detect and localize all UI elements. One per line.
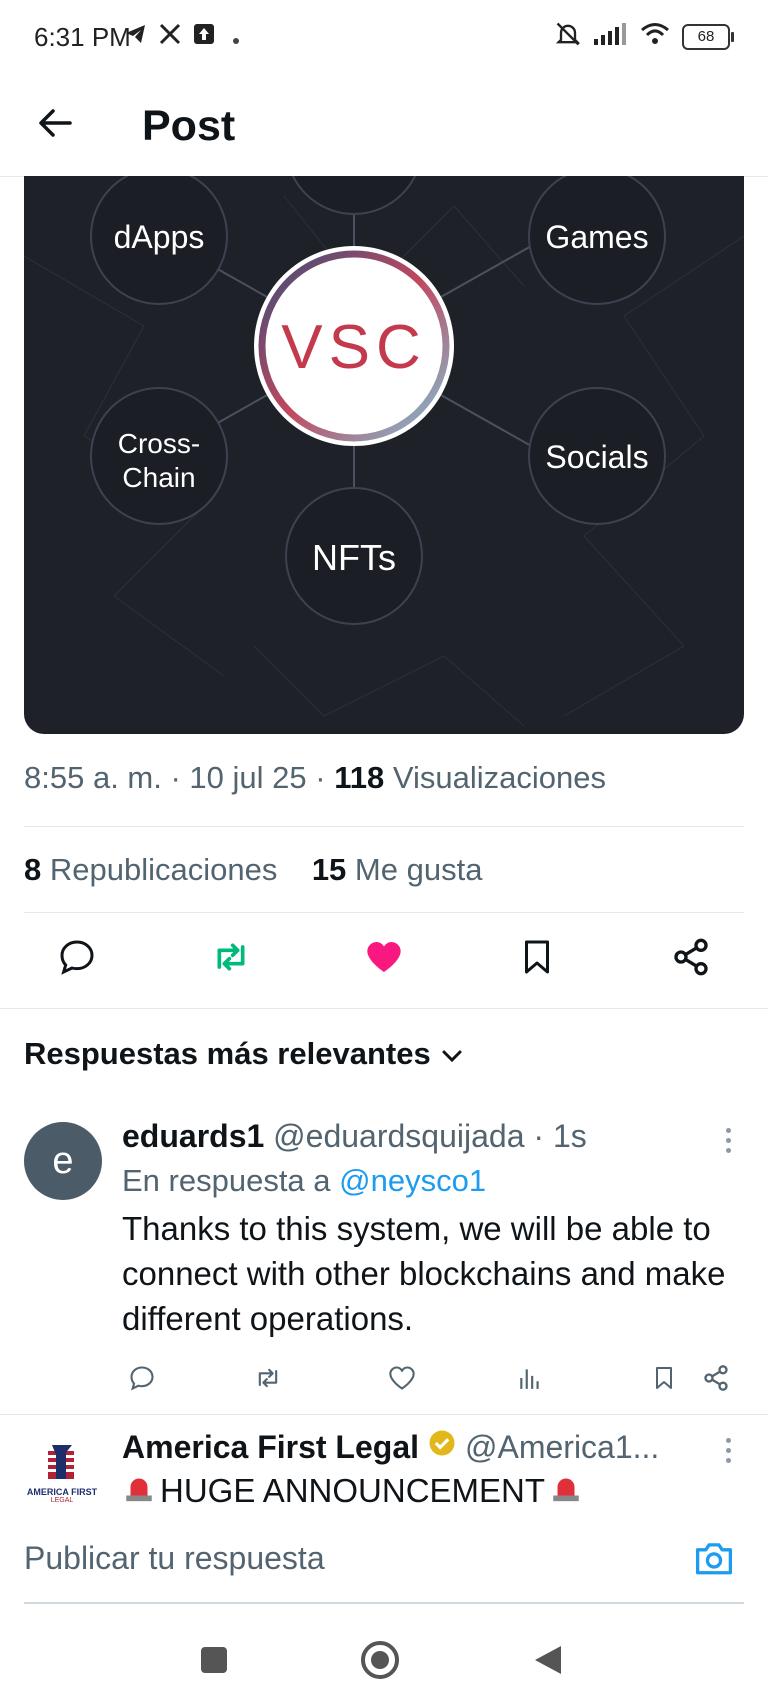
next-post-more-button[interactable]	[718, 1430, 738, 1470]
reply-icon	[128, 1364, 156, 1397]
share-icon	[702, 1364, 730, 1397]
post-stats: 8 Republicaciones 15 Me gusta	[24, 852, 482, 888]
camera-button[interactable]	[690, 1536, 738, 1584]
node-label: dApps	[114, 219, 205, 255]
heart-icon	[363, 937, 405, 982]
verified-gold-badge-icon	[427, 1428, 457, 1466]
mention-link[interactable]: @neysco1	[339, 1163, 486, 1198]
reply-input[interactable]: Publicar tu respuesta	[24, 1540, 325, 1577]
node-label: Games	[545, 219, 648, 255]
signal-icon	[594, 23, 628, 50]
square-icon	[199, 1645, 229, 1680]
triangle-back-icon	[533, 1644, 563, 1681]
views-label: Visualizaciones	[392, 760, 606, 795]
like-button[interactable]	[359, 934, 409, 984]
post-header: Post	[0, 76, 768, 177]
in-reply-to: En respuesta a @neysco1	[122, 1163, 487, 1198]
reply-header: eduards1 @eduardsquijada · 1s	[122, 1118, 587, 1154]
replies-sort-dropdown[interactable]: Respuestas más relevantes	[24, 1036, 463, 1072]
back-nav-button[interactable]	[524, 1638, 572, 1686]
page-title: Post	[142, 102, 236, 150]
divider	[0, 1414, 768, 1415]
bookmark-icon	[652, 1364, 676, 1397]
next-post-author-name[interactable]: America First Legal	[122, 1429, 419, 1466]
arrow-left-icon	[38, 108, 72, 143]
likes-stat[interactable]: 15 Me gusta	[312, 852, 483, 887]
bookmark-icon	[519, 937, 555, 982]
avatar[interactable]: e	[24, 1122, 102, 1200]
home-button[interactable]	[356, 1638, 404, 1686]
divider	[24, 826, 744, 827]
repost-button[interactable]	[206, 934, 256, 984]
vsc-logo-text: VSC	[281, 313, 426, 382]
system-nav-bar	[0, 1614, 768, 1707]
wifi-icon	[640, 22, 670, 51]
back-button[interactable]	[30, 100, 80, 150]
bookmark-button[interactable]	[512, 934, 562, 984]
composer-underline	[24, 1602, 744, 1604]
reply-bookmark-button[interactable]	[644, 1360, 684, 1400]
post-action-bar	[24, 918, 744, 1002]
replies-sort-label: Respuestas más relevantes	[24, 1036, 431, 1071]
recents-button[interactable]	[190, 1638, 238, 1686]
upload-icon	[192, 22, 216, 51]
reply-like-button[interactable]	[382, 1360, 422, 1400]
reply-repost-button[interactable]	[248, 1360, 288, 1400]
post-time: 8:55 a. m.	[24, 760, 162, 795]
node-label: Socials	[545, 439, 648, 475]
reply-author-handle[interactable]: @eduardsquijada	[273, 1118, 524, 1154]
x-icon	[158, 22, 182, 51]
siren-icon	[122, 1470, 156, 1512]
battery-icon: 68	[682, 23, 734, 50]
reply-share-button[interactable]	[696, 1360, 736, 1400]
camera-icon	[694, 1540, 734, 1581]
reposts-stat[interactable]: 8 Republicaciones	[24, 852, 277, 887]
share-icon	[671, 937, 711, 982]
post-timestamp-views: 8:55 a. m. · 10 jul 25 · 118 Visualizaci…	[24, 760, 606, 795]
next-post-text: HUGE ANNOUNCEMENT	[122, 1470, 583, 1512]
node-label: NFTs	[312, 537, 396, 578]
repost-icon	[253, 1364, 283, 1397]
section-divider	[0, 1008, 768, 1009]
post-media-image[interactable]: VSC dApps Games Cross-Chain Socials NFTs	[24, 176, 744, 734]
avatar[interactable]: AMERICA FIRST LEGAL	[24, 1434, 100, 1510]
reply-button[interactable]	[52, 934, 102, 984]
reply-reply-button[interactable]	[122, 1360, 162, 1400]
reply-views-button[interactable]	[510, 1360, 550, 1400]
divider	[24, 912, 744, 913]
next-post-author-handle[interactable]: @America1...	[465, 1429, 659, 1466]
share-button[interactable]	[666, 934, 716, 984]
reply-composer: Publicar tu respuesta	[0, 1514, 768, 1614]
repost-icon	[210, 937, 252, 982]
post-date[interactable]: 10 jul 25	[189, 760, 306, 795]
telegram-icon	[124, 22, 148, 51]
america-first-legal-logo	[48, 1444, 74, 1479]
reply-time: 1s	[552, 1118, 587, 1154]
next-post-header: America First Legal @America1...	[122, 1428, 659, 1466]
vsc-diagram: VSC dApps Games Cross-Chain Socials NFTs	[24, 176, 744, 727]
status-time: 6:31 PM	[34, 22, 131, 52]
dot-icon	[232, 32, 240, 50]
reply-more-button[interactable]	[718, 1120, 738, 1160]
views-count: 118	[334, 760, 385, 795]
siren-icon	[549, 1470, 583, 1512]
reply-icon	[57, 937, 97, 982]
heart-outline-icon	[388, 1364, 416, 1397]
circle-home-icon	[359, 1639, 401, 1686]
reply-author-name[interactable]: eduards1	[122, 1118, 264, 1154]
bar-chart-icon	[517, 1364, 543, 1397]
mute-bell-icon	[554, 20, 582, 53]
status-right: 68	[554, 20, 734, 53]
reply-text: Thanks to this system, we will be able t…	[122, 1210, 726, 1337]
chevron-down-icon	[441, 1036, 463, 1072]
status-bar: 6:31 PM 68	[0, 0, 768, 76]
reply-action-bar	[122, 1360, 742, 1410]
